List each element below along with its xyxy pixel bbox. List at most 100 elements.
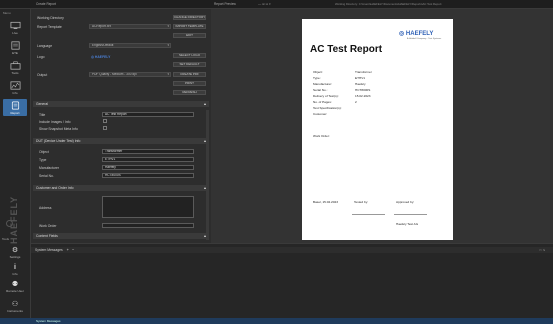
report-field-value: Transformer <box>355 70 372 74</box>
user-icon: ⚉ <box>11 280 19 288</box>
report-icon <box>11 100 19 110</box>
type-input[interactable]: ETHV1 <box>102 157 194 162</box>
system-messages-panel <box>31 243 553 318</box>
language-label: Language <box>37 44 53 48</box>
language-select[interactable]: English/Default <box>89 43 171 48</box>
sidebar-item-live[interactable]: Live <box>3 19 27 36</box>
sidebar-item-remote-user[interactable]: ⚉ Remote User <box>3 279 27 294</box>
sidebar-item-label: Remote User <box>6 288 24 293</box>
refresh-button[interactable]: REFRESH <box>173 90 206 95</box>
include-images-label: Include Images / Info <box>39 120 71 124</box>
report-template-label: Report Template <box>37 25 62 29</box>
report-field-value: ETHV1 <box>355 76 365 80</box>
tools-section-label: Tools <box>2 237 10 241</box>
report-field-label: Delivery of Test(s): <box>313 94 339 98</box>
manufacturer-input[interactable]: Haefely <box>102 165 194 170</box>
document-icon <box>10 40 20 50</box>
toolbox-icon <box>10 61 20 70</box>
select-logo-button[interactable]: SELECT LOGO <box>173 53 206 58</box>
address-textarea[interactable] <box>102 196 194 218</box>
report-page: ◎ HAEFELY A Hubbell Company · Test Syste… <box>302 19 453 240</box>
monitor-icon <box>10 21 20 29</box>
status-text[interactable]: System Messages <box>36 319 61 323</box>
graph-icon <box>10 80 20 90</box>
general-section-header[interactable]: General ▴ <box>33 101 209 107</box>
report-company: Haefely Test AG <box>396 222 419 226</box>
content-section-header[interactable]: Content Fields ▴ <box>33 233 209 239</box>
report-tested-by-label: Tested by: <box>354 200 369 204</box>
panel-options-icon[interactable]: ▭ ⇲ <box>539 248 550 253</box>
logo-label: Logo <box>37 55 45 59</box>
app-window: Create Report Report Preview — ⊞ ⊟ ▾ Wor… <box>0 0 553 324</box>
report-template-select[interactable]: ACReport.xrx <box>89 24 171 29</box>
set-default-button[interactable]: SET DEFAULT <box>173 62 206 67</box>
sidebar-item-report[interactable]: Report <box>3 99 27 116</box>
report-field-value: 2 <box>355 100 357 104</box>
serial-label: Serial No. <box>39 174 54 178</box>
tested-by-signature-line <box>352 214 385 215</box>
report-work-order-label: Work Order: <box>313 134 330 138</box>
sidebar-item-label: Report <box>10 110 20 115</box>
dut-section-header[interactable]: DUT (Device Under Test) Info ▴ <box>33 138 209 144</box>
show-snapshot-checkbox[interactable] <box>103 126 107 130</box>
include-images-checkbox[interactable] <box>103 119 107 123</box>
address-label: Address <box>39 206 52 210</box>
report-title: AC Test Report <box>310 44 383 55</box>
sidebar-item-info-tool[interactable]: i Info <box>3 262 27 277</box>
working-directory-path: Working Directory: C:\Users\HAEFELY\Docu… <box>335 2 442 6</box>
add-icon[interactable]: + <box>67 247 69 252</box>
info-icon: i <box>14 263 16 271</box>
report-field-value: Haefely <box>355 82 366 86</box>
report-logo: ◎ HAEFELY <box>399 31 434 37</box>
panel-title: Create Report <box>36 2 57 6</box>
system-messages-header: System Messages + − <box>31 247 553 253</box>
sidebar-item-instruments[interactable]: ⚇ Instruments <box>3 299 27 314</box>
report-field-label: Customer: <box>313 112 328 116</box>
work-order-input[interactable] <box>102 223 194 228</box>
create-pdf-button[interactable]: CREATE PDF <box>173 72 206 77</box>
customer-section-header[interactable]: Customer and Order Info ▴ <box>33 185 209 191</box>
minus-icon[interactable]: − <box>72 247 74 252</box>
output-label: Output <box>37 73 48 77</box>
print-button[interactable]: PRINT <box>173 81 206 86</box>
sidebar-item-label: Settings <box>9 254 21 259</box>
sidebar-menu-label[interactable]: Menu <box>3 11 27 16</box>
manufacturer-label: Manufacturer <box>39 166 59 170</box>
working-directory-label: Working Directory <box>37 16 64 20</box>
panel-scrollbar[interactable] <box>206 110 209 240</box>
power-icon <box>6 220 13 227</box>
work-order-label: Work Order <box>39 224 57 228</box>
object-label: Object <box>39 150 49 154</box>
edit-button[interactable]: EDIT <box>173 33 206 38</box>
gear-icon: ⚙ <box>11 246 19 254</box>
title-label: Title <box>39 113 46 117</box>
report-basel-label: Basel, 15.02.2023 <box>313 200 338 204</box>
brand-logo: HAEFELY <box>9 195 19 244</box>
serial-input[interactable]: HCT8000S <box>102 173 194 178</box>
title-bar: Create Report Report Preview — ⊞ ⊟ ▾ Wor… <box>0 0 553 9</box>
title-input[interactable]: AC Test Report <box>102 112 194 117</box>
report-field-label: Serial No.: <box>313 88 328 92</box>
collapse-icon: ▴ <box>203 101 206 106</box>
sidebar-item-settings[interactable]: ⚙ Settings <box>3 245 27 260</box>
preview-title: Report Preview <box>214 2 236 6</box>
change-directory-button[interactable]: CHANGE DIRECTORY <box>173 15 206 20</box>
object-input[interactable]: Transformer <box>102 149 194 154</box>
sidebar-item-label: Info <box>12 271 18 276</box>
report-field-value: 15.02.2023 <box>355 94 371 98</box>
sidebar-item-tools[interactable]: Tools <box>3 59 27 76</box>
report-field-label: Manufacturer: <box>313 82 333 86</box>
zoom-controls[interactable]: — ⊞ ⊟ ▾ <box>258 2 271 6</box>
report-field-label: Test Specification(s): <box>313 106 342 110</box>
sidebar-item-info[interactable]: Info <box>3 79 27 96</box>
import-template-button[interactable]: IMPORT TEMPLATE <box>173 24 206 29</box>
sidebar: Menu Live ETE Tools Info Report HAEFELY … <box>0 9 31 324</box>
report-field-label: Type: <box>313 76 321 80</box>
type-label: Type <box>39 158 47 162</box>
output-select[interactable]: PDF Quality - Medium - 300 dpi <box>89 72 171 77</box>
sidebar-item-label: ETE <box>12 50 18 55</box>
sidebar-item-label: Live <box>12 30 18 35</box>
instruments-icon: ⚇ <box>11 300 19 308</box>
status-bar: System Messages <box>0 318 553 324</box>
sidebar-item-ete[interactable]: ETE <box>3 39 27 56</box>
